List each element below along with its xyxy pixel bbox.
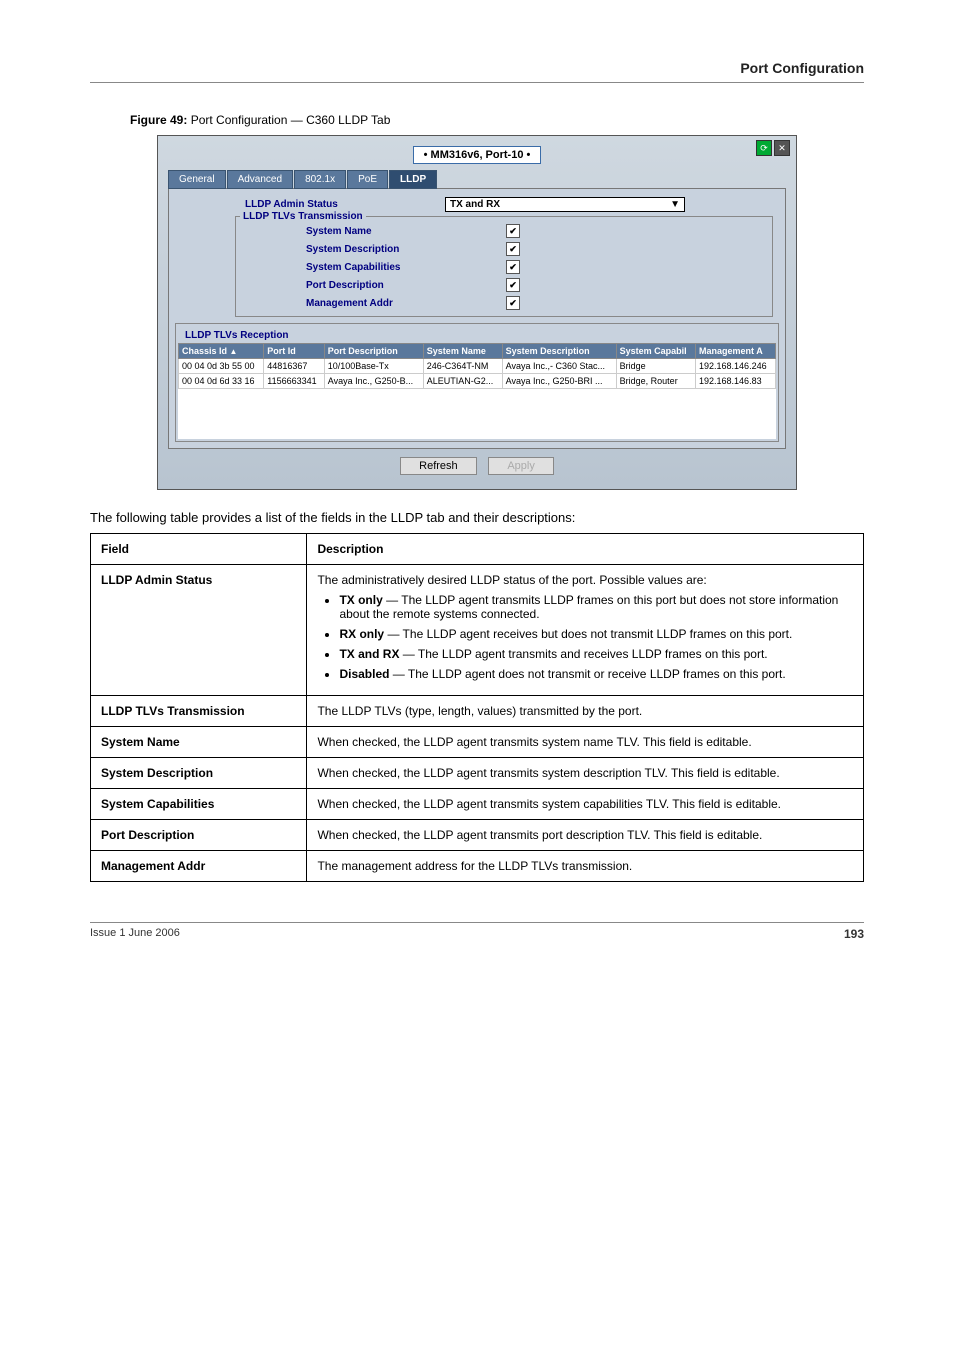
tab-general[interactable]: General <box>168 170 226 189</box>
tx-section-label: LLDP TLVs Transmission <box>240 211 366 222</box>
rx-col-port[interactable]: Port Id <box>264 344 324 359</box>
rx-section-label: LLDP TLVs Reception <box>182 330 292 341</box>
button-row: Refresh Apply <box>168 449 786 479</box>
refresh-button[interactable]: Refresh <box>400 457 477 475</box>
rx-col-pdesc[interactable]: Port Description <box>324 344 423 359</box>
field-description: The management address for the LLDP TLVs… <box>307 851 864 882</box>
cell: 00 04 0d 3b 55 00 <box>179 359 264 374</box>
cell: 192.168.146.246 <box>696 359 776 374</box>
tx-port-desc-label: Port Description <box>306 280 506 291</box>
admin-status-value: TX and RX <box>450 199 500 210</box>
tx-system-cap-label: System Capabilities <box>306 262 506 273</box>
apply-button[interactable]: Apply <box>488 457 554 475</box>
cell: Bridge <box>616 359 695 374</box>
tab-8021x[interactable]: 802.1x <box>294 170 346 189</box>
col-field: Field <box>91 534 307 565</box>
cell: Avaya Inc., G250-BRI ... <box>502 374 616 389</box>
tab-panel: LLDP Admin Status TX and RX ▼ LLDP TLVs … <box>168 188 786 449</box>
field-description: The administratively desired LLDP status… <box>307 565 864 696</box>
tx-fieldset: LLDP TLVs Transmission System Name✔ Syst… <box>235 216 773 317</box>
field-name: System Name <box>91 727 307 758</box>
refresh-icon[interactable]: ⟳ <box>756 140 772 156</box>
table-row[interactable]: 00 04 0d 6d 33 16 1156663341 Avaya Inc.,… <box>179 374 776 389</box>
rx-col-maddr[interactable]: Management A <box>696 344 776 359</box>
screenshot-panel: ⟳ ✕ • MM316v6, Port-10 • General Advance… <box>157 135 797 490</box>
cell: 246-C364T-NM <box>423 359 502 374</box>
fields-description-table: Field Description LLDP Admin StatusThe a… <box>90 533 864 882</box>
cell: Avaya Inc., G250-B... <box>324 374 423 389</box>
field-name: System Capabilities <box>91 789 307 820</box>
field-name: LLDP TLVs Transmission <box>91 696 307 727</box>
window-port-title-text: • MM316v6, Port-10 • <box>413 146 542 164</box>
sort-asc-icon: ▲ <box>230 347 238 356</box>
tab-advanced[interactable]: Advanced <box>227 170 293 189</box>
cell: 10/100Base-Tx <box>324 359 423 374</box>
close-icon[interactable]: ✕ <box>774 140 790 156</box>
rx-fieldset: LLDP TLVs Reception Chassis Id ▲ Port Id… <box>175 323 779 442</box>
cell: 44816367 <box>264 359 324 374</box>
field-name: System Description <box>91 758 307 789</box>
chevron-down-icon: ▼ <box>670 199 680 210</box>
tx-mgmt-addr-checkbox[interactable]: ✔ <box>506 296 520 310</box>
figure-caption-prefix: Figure 49: <box>130 113 191 127</box>
tx-port-desc-checkbox[interactable]: ✔ <box>506 278 520 292</box>
rx-table: Chassis Id ▲ Port Id Port Description Sy… <box>178 343 776 389</box>
footer-page-number: 193 <box>844 927 864 941</box>
field-description: When checked, the LLDP agent transmits s… <box>307 758 864 789</box>
field-name: Port Description <box>91 820 307 851</box>
window-title-icons: ⟳ ✕ <box>756 140 790 156</box>
cell: Bridge, Router <box>616 374 695 389</box>
cell: 00 04 0d 6d 33 16 <box>179 374 264 389</box>
field-description: When checked, the LLDP agent transmits s… <box>307 789 864 820</box>
field-description: When checked, the LLDP agent transmits p… <box>307 820 864 851</box>
tx-system-name-checkbox[interactable]: ✔ <box>506 224 520 238</box>
footer-left: Issue 1 June 2006 <box>90 927 180 941</box>
rx-col-scap[interactable]: System Capabil <box>616 344 695 359</box>
page-footer: Issue 1 June 2006 193 <box>90 922 864 941</box>
rx-col-sdesc[interactable]: System Description <box>502 344 616 359</box>
cell: 1156663341 <box>264 374 324 389</box>
tx-system-cap-checkbox[interactable]: ✔ <box>506 260 520 274</box>
cell: Avaya Inc.,- C360 Stac... <box>502 359 616 374</box>
tab-row: General Advanced 802.1x PoE LLDP <box>168 170 786 189</box>
admin-status-label: LLDP Admin Status <box>245 199 445 210</box>
admin-status-select[interactable]: TX and RX ▼ <box>445 197 685 212</box>
window-port-title: • MM316v6, Port-10 • <box>168 146 786 164</box>
tab-poe[interactable]: PoE <box>347 170 388 189</box>
header-divider <box>90 82 864 83</box>
rx-col-sname[interactable]: System Name <box>423 344 502 359</box>
tx-system-desc-checkbox[interactable]: ✔ <box>506 242 520 256</box>
tx-mgmt-addr-label: Management Addr <box>306 298 506 309</box>
field-name: LLDP Admin Status <box>91 565 307 696</box>
col-description: Description <box>307 534 864 565</box>
page-header-title: Port Configuration <box>90 60 864 76</box>
field-description: The LLDP TLVs (type, length, values) tra… <box>307 696 864 727</box>
rx-col-chassis[interactable]: Chassis Id ▲ <box>179 344 264 359</box>
figure-caption-text: Port Configuration — C360 LLDP Tab <box>191 113 391 127</box>
tx-system-desc-label: System Description <box>306 244 506 255</box>
cell: ALEUTIAN-G2... <box>423 374 502 389</box>
tx-system-name-label: System Name <box>306 226 506 237</box>
figure-caption: Figure 49: Port Configuration — C360 LLD… <box>130 113 864 127</box>
cell: 192.168.146.83 <box>696 374 776 389</box>
tab-lldp[interactable]: LLDP <box>389 170 437 189</box>
table-row[interactable]: 00 04 0d 3b 55 00 44816367 10/100Base-Tx… <box>179 359 776 374</box>
field-description: When checked, the LLDP agent transmits s… <box>307 727 864 758</box>
table-intro-text: The following table provides a list of t… <box>90 510 864 525</box>
field-name: Management Addr <box>91 851 307 882</box>
